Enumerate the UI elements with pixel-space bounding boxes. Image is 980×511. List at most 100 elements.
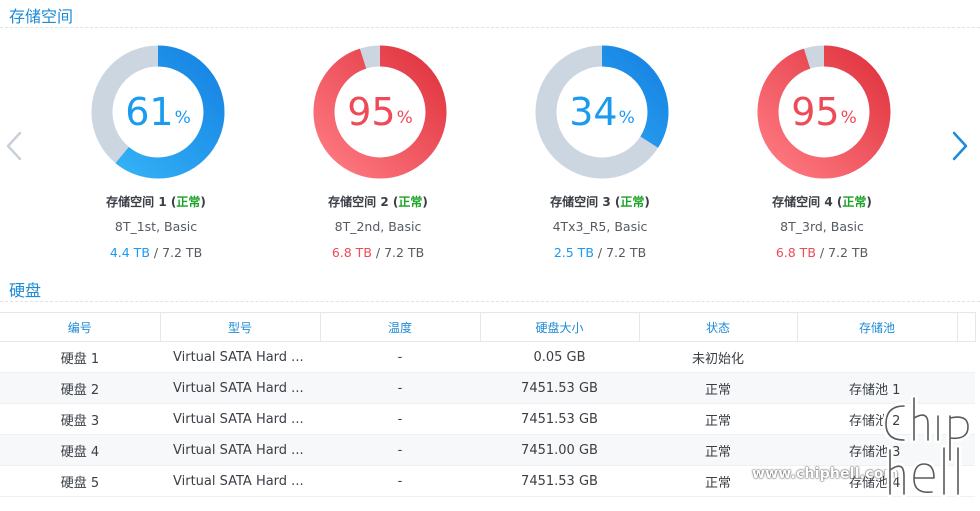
column-header-pool[interactable]: 存储池: [797, 312, 958, 342]
status-close-paren: ): [200, 195, 206, 209]
disk-model: Virtual SATA Hard ...: [160, 434, 320, 466]
volume-name: 存储空间 4 (正常): [722, 193, 922, 210]
capacity-separator: /: [149, 245, 163, 260]
disk-id: 硬盘 4: [0, 434, 160, 466]
status-close-paren: ): [866, 195, 872, 209]
disk-temperature: -: [320, 434, 480, 466]
usage-ring: 95%: [312, 44, 448, 180]
percent-readout: 95%: [756, 44, 892, 180]
volume-description: 8T_3rd, Basic: [780, 219, 864, 234]
volume-usage: 4.4 TB / 7.2 TB: [56, 245, 256, 260]
volume-description: 8T_2nd, Basic: [334, 219, 422, 234]
volume-usage: 6.8 TB / 7.2 TB: [722, 245, 922, 260]
column-header-model[interactable]: 型号: [160, 312, 321, 342]
disk-temperature: -: [320, 403, 480, 435]
volume-status: 正常: [620, 195, 645, 209]
table-row[interactable]: 硬盘 1 Virtual SATA Hard ... -0.05 GB 未初始化: [0, 341, 975, 373]
disk-temperature: -: [320, 465, 480, 497]
table-row[interactable]: 硬盘 2 Virtual SATA Hard ... -7451.53 GB 正常 存储…: [0, 372, 975, 404]
volume-name: 存储空间 2 (正常): [278, 193, 478, 210]
status-close-paren: ): [644, 195, 650, 209]
disk-size: 7451.53 GB: [480, 403, 639, 435]
capacity-separator: /: [371, 245, 385, 260]
storage-section-title: 存储空间: [9, 7, 74, 26]
volume-label: 存储空间 1: [106, 195, 167, 209]
volume-status: 正常: [176, 195, 201, 209]
disk-id: 硬盘 5: [0, 465, 160, 497]
capacity-separator: /: [815, 245, 829, 260]
percent-value: 95: [791, 90, 840, 134]
percent-sign: %: [174, 108, 191, 128]
disks-section-title: 硬盘: [9, 281, 42, 300]
volume-name: 存储空间 3 (正常): [500, 193, 700, 210]
total-capacity: 7.2 TB: [828, 245, 869, 260]
percent-value: 34: [569, 90, 618, 134]
row-spacer: [957, 341, 975, 373]
volume-card[interactable]: 95% 存储空间 2 (正常) 8T_2nd, Basic 6.8 TB / 7.2 …: [278, 44, 478, 268]
chiphell-logo: [882, 394, 972, 498]
table-row[interactable]: 硬盘 4 Virtual SATA Hard ... -7451.00 GB 正常 存储…: [0, 434, 975, 466]
column-header-temp[interactable]: 温度: [320, 312, 481, 342]
disk-model: Virtual SATA Hard ...: [160, 465, 320, 497]
disk-status: 未初始化: [639, 341, 797, 373]
percent-sign: %: [396, 108, 413, 128]
volume-name: 存储空间 1 (正常): [56, 193, 256, 210]
column-header-status[interactable]: 状态: [639, 312, 798, 342]
used-capacity: 6.8 TB: [331, 245, 372, 260]
volume-description: 4Tx3_R5, Basic: [552, 219, 648, 234]
total-capacity: 7.2 TB: [384, 245, 425, 260]
status-close-paren: ): [422, 195, 428, 209]
usage-ring: 95%: [756, 44, 892, 180]
percent-readout: 95%: [312, 44, 448, 180]
volume-label: 存储空间 3: [550, 195, 611, 209]
disk-temperature: -: [320, 341, 480, 373]
status-open-paren: (: [610, 195, 621, 209]
disk-temperature: -: [320, 372, 480, 404]
volume-card[interactable]: 95% 存储空间 4 (正常) 8T_3rd, Basic 6.8 TB / 7.2 …: [722, 44, 922, 268]
volume-label: 存储空间 2: [328, 195, 389, 209]
used-capacity: 4.4 TB: [109, 245, 150, 260]
prev-arrow[interactable]: [4, 131, 26, 161]
disk-size: 7451.53 GB: [480, 372, 639, 404]
disk-status: 正常: [639, 434, 797, 466]
next-arrow[interactable]: [948, 131, 970, 161]
disk-status: 正常: [639, 372, 797, 404]
column-header-size[interactable]: 硬盘大小: [480, 312, 640, 342]
volume-status: 正常: [398, 195, 423, 209]
disk-model: Virtual SATA Hard ...: [160, 341, 320, 373]
volume-usage: 2.5 TB / 7.2 TB: [500, 245, 700, 260]
volume-status: 正常: [842, 195, 867, 209]
section-divider: [0, 301, 980, 302]
capacity-separator: /: [593, 245, 607, 260]
total-capacity: 7.2 TB: [162, 245, 203, 260]
percent-sign: %: [840, 108, 857, 128]
disk-pool: [797, 341, 957, 373]
chevron-right-icon: [952, 131, 968, 161]
table-row[interactable]: 硬盘 3 Virtual SATA Hard ... -7451.53 GB 正常 存储…: [0, 403, 975, 435]
section-divider: [0, 27, 980, 28]
disk-id: 硬盘 3: [0, 403, 160, 435]
used-capacity: 6.8 TB: [775, 245, 816, 260]
disk-size: 0.05 GB: [480, 341, 639, 373]
percent-value: 95: [347, 90, 396, 134]
disk-id: 硬盘 1: [0, 341, 160, 373]
column-header-spacer: [957, 312, 976, 342]
status-open-paren: (: [166, 195, 177, 209]
status-open-paren: (: [388, 195, 399, 209]
used-capacity: 2.5 TB: [553, 245, 594, 260]
volume-card[interactable]: 61% 存储空间 1 (正常) 8T_1st, Basic 4.4 TB / 7.2 …: [56, 44, 256, 268]
percent-value: 61: [125, 90, 174, 134]
usage-ring: 61%: [90, 44, 226, 180]
disk-id: 硬盘 2: [0, 372, 160, 404]
volume-label: 存储空间 4: [772, 195, 833, 209]
volume-usage: 6.8 TB / 7.2 TB: [278, 245, 478, 260]
usage-ring: 34%: [534, 44, 670, 180]
disk-size: 7451.00 GB: [480, 434, 639, 466]
chevron-left-icon: [6, 131, 22, 161]
total-capacity: 7.2 TB: [606, 245, 647, 260]
percent-readout: 34%: [534, 44, 670, 180]
column-header-id[interactable]: 编号: [0, 312, 161, 342]
disk-size: 7451.53 GB: [480, 465, 639, 497]
status-open-paren: (: [832, 195, 843, 209]
volume-card[interactable]: 34% 存储空间 3 (正常) 4Tx3_R5, Basic 2.5 TB / 7.2…: [500, 44, 700, 268]
